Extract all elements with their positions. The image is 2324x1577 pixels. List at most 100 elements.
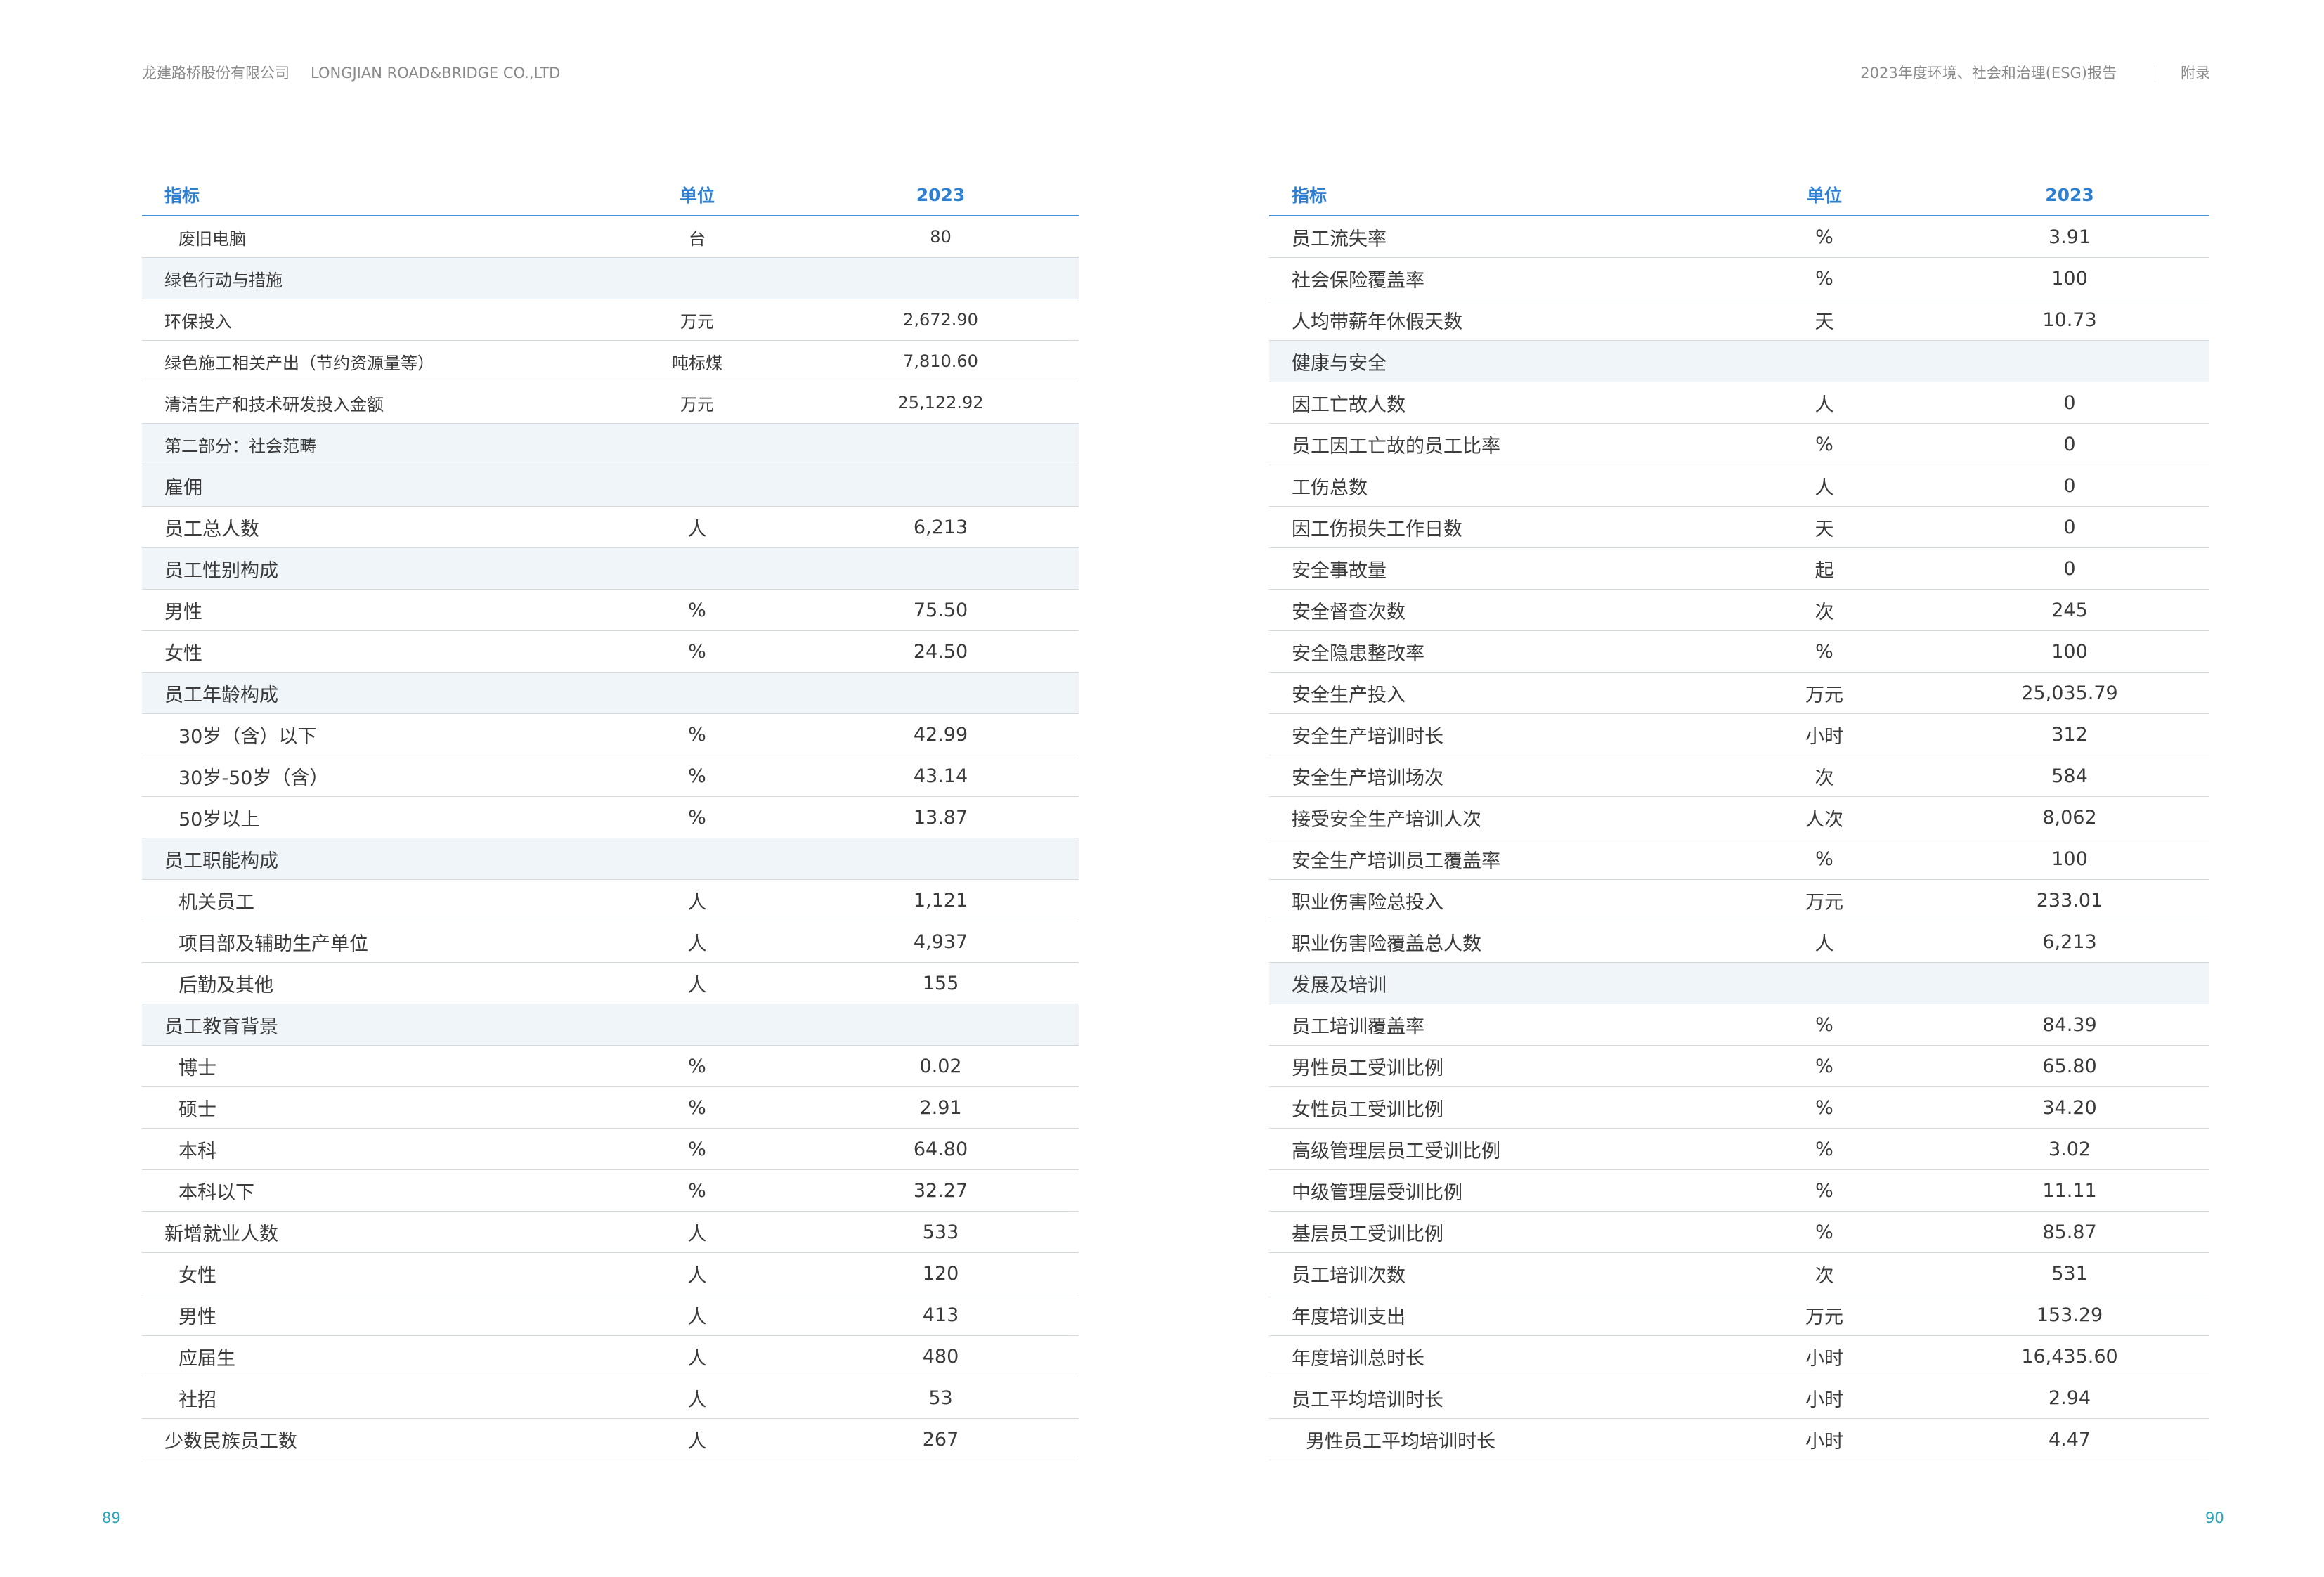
value-cell: 84.39 [2042,1013,2097,1036]
unit-cell: % [1815,1055,1833,1077]
unit-cell: 小时 [1805,1389,1843,1411]
value-cell: 100 [2051,640,2088,663]
indicator-cell: 清洁生产和技术研发投入金额 [164,394,384,415]
unit-cell: % [1815,433,1833,455]
table-row: 项目部及辅助生产单位 人 4,937 [142,921,1079,963]
indicator-cell: 本科 [178,1140,216,1162]
indicator-cell: 员工职能构成 [164,850,278,872]
indicator-cell: 少数民族员工数 [164,1430,297,1453]
indicator-cell: 员工培训次数 [1292,1264,1406,1287]
value-cell: 6,213 [2042,930,2097,953]
section-row: 发展及培训 [1269,963,2209,1004]
section-row: 员工教育背景 [142,1004,1079,1046]
value-cell: 0.02 [919,1055,962,1077]
indicator-cell: 员工因工亡故的员工比率 [1292,435,1500,457]
indicator-cell: 年度培训支出 [1292,1306,1406,1328]
unit-cell: % [1815,1138,1833,1160]
indicator-cell: 发展及培训 [1292,974,1387,997]
table-row: 男性% 75.50 [142,590,1079,631]
table-row: 基层员工受训比例% 85.87 [1269,1212,2209,1253]
value-cell: 413 [922,1304,959,1326]
table-row: 社会保险覆盖率% 100 [1269,258,2209,299]
indicator-cell: 职业伤害险总投入 [1292,891,1443,914]
unit-cell: % [688,806,706,829]
table-row: 男性 人 413 [142,1294,1079,1336]
unit-cell: 人 [687,1306,707,1328]
indicator-cell: 男性 [178,1306,216,1328]
indicator-cell: 安全督查次数 [1292,601,1406,623]
unit-cell: 人 [687,1223,707,1245]
value-cell: 2,672.90 [903,310,978,330]
unit-cell: 人 [687,891,707,914]
value-cell: 0 [2063,391,2076,414]
section-row: 健康与安全 [1269,341,2209,382]
value-cell: 4,937 [913,930,968,953]
unit-cell: 次 [1815,1264,1834,1287]
unit-cell: 万元 [680,394,714,415]
unit-cell: % [688,723,706,746]
page-number-right: 90 [2205,1510,2224,1526]
unit-cell: % [1815,1179,1833,1202]
value-cell: 0 [2063,433,2076,455]
value-cell: 6,213 [913,516,968,538]
unit-cell: 起 [1815,559,1834,582]
indicator-cell: 社会保险覆盖率 [1292,269,1424,292]
value-cell: 4.47 [2048,1428,2091,1451]
value-cell: 155 [922,972,959,994]
table-row: 员工培训覆盖率% 84.39 [1269,1004,2209,1046]
value-cell: 13.87 [913,806,968,829]
indicator-cell: 女性 [164,642,202,665]
column-header-unit: 单位 [1806,186,1842,206]
unit-cell: 人 [687,1264,707,1287]
value-cell: 65.80 [2042,1055,2097,1077]
unit-cell: % [1815,640,1833,663]
value-cell: 0 [2063,557,2076,580]
unit-cell: 万元 [1805,891,1843,914]
indicator-cell: 因工伤损失工作日数 [1292,518,1462,540]
value-cell: 0 [2063,474,2076,497]
indicator-cell: 年度培训总时长 [1292,1347,1424,1370]
value-cell: 24.50 [913,640,968,663]
unit-cell: 人 [687,1347,707,1370]
unit-cell: % [688,765,706,787]
value-cell: 11.11 [2042,1179,2097,1202]
indicator-cell: 女性 [178,1264,216,1287]
table-row: 50岁以上% 13.87 [142,797,1079,838]
unit-cell: 天 [1815,518,1834,540]
indicator-cell: 后勤及其他 [178,974,273,997]
value-cell: 233.01 [2036,889,2103,911]
table-row: 后勤及其他 人 155 [142,963,1079,1004]
indicator-cell: 员工教育背景 [164,1015,278,1038]
table-row: 职业伤害险总投入 万元 233.01 [1269,880,2209,921]
table-row: 女性 人 120 [142,1253,1079,1294]
table-body: 员工流失率% 3.91 社会保险覆盖率% 100 人均带薪年休假天数天 10.73 健康与安… [1269,216,2209,1460]
table-row: 员工流失率% 3.91 [1269,216,2209,258]
indicator-cell: 机关员工 [178,891,254,914]
report-title: 2023年度环境、社会和治理(ESG)报告 [1860,65,2117,82]
value-cell: 8,062 [2042,806,2097,829]
value-cell: 3.02 [2048,1138,2091,1160]
table-row: 男性员工受训比例% 65.80 [1269,1046,2209,1087]
table-row: 接受安全生产培训人次 人次 8,062 [1269,797,2209,838]
unit-cell: 小时 [1805,1430,1843,1453]
indicator-cell: 第二部分：社会范畴 [164,436,316,456]
unit-cell: % [1815,1221,1833,1243]
indicator-cell: 高级管理层员工受训比例 [1292,1140,1500,1162]
table-row: 员工平均培训时长 小时 2.94 [1269,1377,2209,1419]
indicator-cell: 健康与安全 [1292,352,1387,375]
value-cell: 64.80 [913,1138,968,1160]
table-row: 因工伤损失工作日数 天 0 [1269,507,2209,548]
table-row: 职业伤害险覆盖总人数 人 6,213 [1269,921,2209,963]
value-cell: 312 [2051,723,2088,746]
table-row: 安全生产培训场次 次 584 [1269,755,2209,797]
value-cell: 2.94 [2048,1387,2091,1409]
table-row: 新增就业人数 人 533 [142,1212,1079,1253]
unit-cell: 人次 [1805,808,1843,831]
indicator-cell: 工伤总数 [1292,476,1368,499]
table-row: 员工总人数 人 6,213 [142,507,1079,548]
value-cell: 1,121 [913,889,968,911]
column-header-indicator: 指标 [164,186,200,206]
indicator-cell: 50岁以上 [178,808,260,831]
value-cell: 25,035.79 [2021,682,2118,704]
table-row: 清洁生产和技术研发投入金额 万元 25,122.92 [142,382,1079,424]
